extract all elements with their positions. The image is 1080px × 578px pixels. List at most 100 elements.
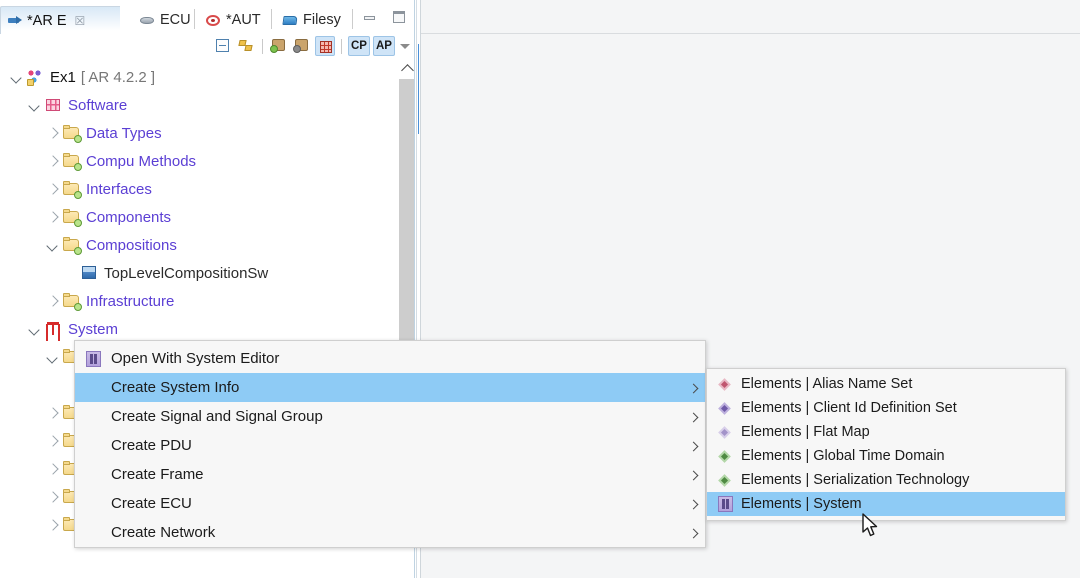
twisty-icon[interactable] xyxy=(44,124,62,142)
ar-package-icon xyxy=(62,208,82,227)
ar-package-icon xyxy=(62,292,82,311)
system-editor-icon xyxy=(83,350,105,368)
menu-item-create-frame[interactable]: Create Frame xyxy=(75,460,705,489)
collapse-all-button[interactable] xyxy=(213,36,233,56)
diamond-icon xyxy=(715,375,737,393)
twisty-icon[interactable] xyxy=(26,96,44,114)
twisty-icon[interactable] xyxy=(44,236,62,254)
menu-item-open-with-system-editor[interactable]: Open With System Editor xyxy=(75,344,705,373)
submenu-item-label: Elements | Flat Map xyxy=(741,424,870,440)
tab-divider xyxy=(194,9,195,29)
twisty-icon[interactable] xyxy=(44,404,62,422)
software-icon xyxy=(44,96,63,114)
twisty-icon[interactable] xyxy=(26,320,44,338)
menu-item-icon-slot xyxy=(83,437,105,455)
filter-packages-button[interactable] xyxy=(269,36,289,56)
tab-ecu[interactable]: ECU xyxy=(134,6,198,34)
twisty-icon[interactable] xyxy=(44,460,62,478)
twisty-icon[interactable] xyxy=(8,68,26,86)
tree-node-interfaces[interactable]: Interfaces xyxy=(44,175,152,203)
minimize-icon[interactable] xyxy=(362,9,378,25)
tree-node-label: Ex1 xyxy=(50,68,76,86)
submenu-item-label: Elements | System xyxy=(741,496,862,512)
submenu-item-serialization-technology[interactable]: Elements | Serialization Technology xyxy=(707,468,1065,492)
tab-label: Filesy xyxy=(303,12,341,28)
submenu-item-alias-name-set[interactable]: Elements | Alias Name Set xyxy=(707,372,1065,396)
menu-item-label: Create PDU xyxy=(111,437,192,454)
submenu-item-label: Elements | Client Id Definition Set xyxy=(741,400,957,416)
menu-item-create-pdu[interactable]: Create PDU xyxy=(75,431,705,460)
tree-node-compu-methods[interactable]: Compu Methods xyxy=(44,147,196,175)
menu-item-icon-slot xyxy=(83,408,105,426)
menu-item-icon-slot xyxy=(83,524,105,542)
submenu-item-flat-map[interactable]: Elements | Flat Map xyxy=(707,420,1065,444)
submenu-item-system[interactable]: Elements | System xyxy=(707,492,1065,516)
tab-label: ECU xyxy=(160,12,191,28)
tab-label: *AUT xyxy=(226,12,261,28)
tab-ar-explorer[interactable]: *AR E ☒ xyxy=(0,6,135,34)
system-editor-icon xyxy=(715,495,737,513)
diamond-icon xyxy=(715,399,737,417)
twisty-icon[interactable] xyxy=(44,152,62,170)
diamond-icon xyxy=(715,423,737,441)
menu-item-label: Open With System Editor xyxy=(111,350,280,367)
ar-package-icon xyxy=(62,180,82,199)
tree-node-infrastructure[interactable]: Infrastructure xyxy=(44,287,174,315)
tree-node-toplevelcompositionsw[interactable]: TopLevelCompositionSw xyxy=(80,259,268,287)
show-grid-button[interactable] xyxy=(315,36,335,56)
arrow-right-icon xyxy=(7,13,22,28)
tree-node-label: Data Types xyxy=(86,124,162,142)
menu-item-icon-slot xyxy=(83,379,105,397)
tree-node-label: Compu Methods xyxy=(86,152,197,170)
view-tab-strip: *AR E ☒ ECU *AUT Filesy xyxy=(0,0,418,34)
submenu-item-label: Elements | Global Time Domain xyxy=(741,448,945,464)
disc-icon xyxy=(140,13,155,28)
submenu-item-global-time-domain[interactable]: Elements | Global Time Domain xyxy=(707,444,1065,468)
link-with-editor-button[interactable] xyxy=(236,36,256,56)
toggle-cp-button[interactable]: CP xyxy=(348,36,370,56)
blue-folder-icon xyxy=(283,13,298,28)
toggle-ap-button[interactable]: AP xyxy=(373,36,395,56)
context-menu[interactable]: Open With System Editor Create System In… xyxy=(74,340,706,548)
tree-node-ex1[interactable]: Ex1 [ AR 4.2.2 ] xyxy=(8,63,155,91)
tree-node-suffix: [ AR 4.2.2 ] xyxy=(80,68,156,86)
scrollbar-thumb[interactable] xyxy=(399,79,415,356)
diamond-icon xyxy=(715,471,737,489)
menu-item-create-network[interactable]: Create Network xyxy=(75,518,705,547)
ar-package-icon xyxy=(62,236,82,255)
twisty-icon[interactable] xyxy=(44,292,62,310)
close-icon[interactable]: ☒ xyxy=(75,14,86,28)
editor-tab-bar xyxy=(420,0,1080,34)
filter-elements-button[interactable] xyxy=(292,36,312,56)
menu-item-create-signal-and-signal-group[interactable]: Create Signal and Signal Group xyxy=(75,402,705,431)
twisty-icon[interactable] xyxy=(44,348,62,366)
twisty-icon[interactable] xyxy=(44,432,62,450)
maximize-icon[interactable] xyxy=(391,9,407,25)
tab-filesystem[interactable]: Filesy xyxy=(277,6,348,34)
twisty-icon[interactable] xyxy=(44,488,62,506)
create-system-info-submenu[interactable]: Elements | Alias Name Set Elements | Cli… xyxy=(706,368,1066,521)
submenu-item-label: Elements | Serialization Technology xyxy=(741,472,970,488)
tree-node-data-types[interactable]: Data Types xyxy=(44,119,162,147)
tab-divider xyxy=(271,9,272,29)
eclipse-workbench: *AR E ☒ ECU *AUT Filesy CP AP Ex1 [AR 4… xyxy=(0,0,1080,578)
diamond-icon xyxy=(715,447,737,465)
view-menu-icon[interactable] xyxy=(398,36,412,56)
menu-item-label: Create Signal and Signal Group xyxy=(111,408,323,425)
twisty-icon[interactable] xyxy=(44,180,62,198)
ar-package-icon xyxy=(62,152,82,171)
submenu-item-client-id-definition-set[interactable]: Elements | Client Id Definition Set xyxy=(707,396,1065,420)
menu-item-label: Create System Info xyxy=(111,379,240,396)
menu-item-create-ecu[interactable]: Create ECU xyxy=(75,489,705,518)
red-eye-icon xyxy=(206,13,221,28)
twisty-icon[interactable] xyxy=(44,208,62,226)
menu-item-icon-slot xyxy=(83,466,105,484)
twisty-icon[interactable] xyxy=(44,516,62,534)
tab-autosar[interactable]: *AUT xyxy=(200,6,268,34)
tree-node-software[interactable]: Software xyxy=(26,91,127,119)
tree-node-compositions[interactable]: Compositions xyxy=(44,231,177,259)
toolbar-divider xyxy=(341,38,342,54)
menu-item-create-system-info[interactable]: Create System Info xyxy=(75,373,705,402)
tree-node-system[interactable]: System xyxy=(26,315,154,343)
tree-node-components[interactable]: Components xyxy=(44,203,171,231)
